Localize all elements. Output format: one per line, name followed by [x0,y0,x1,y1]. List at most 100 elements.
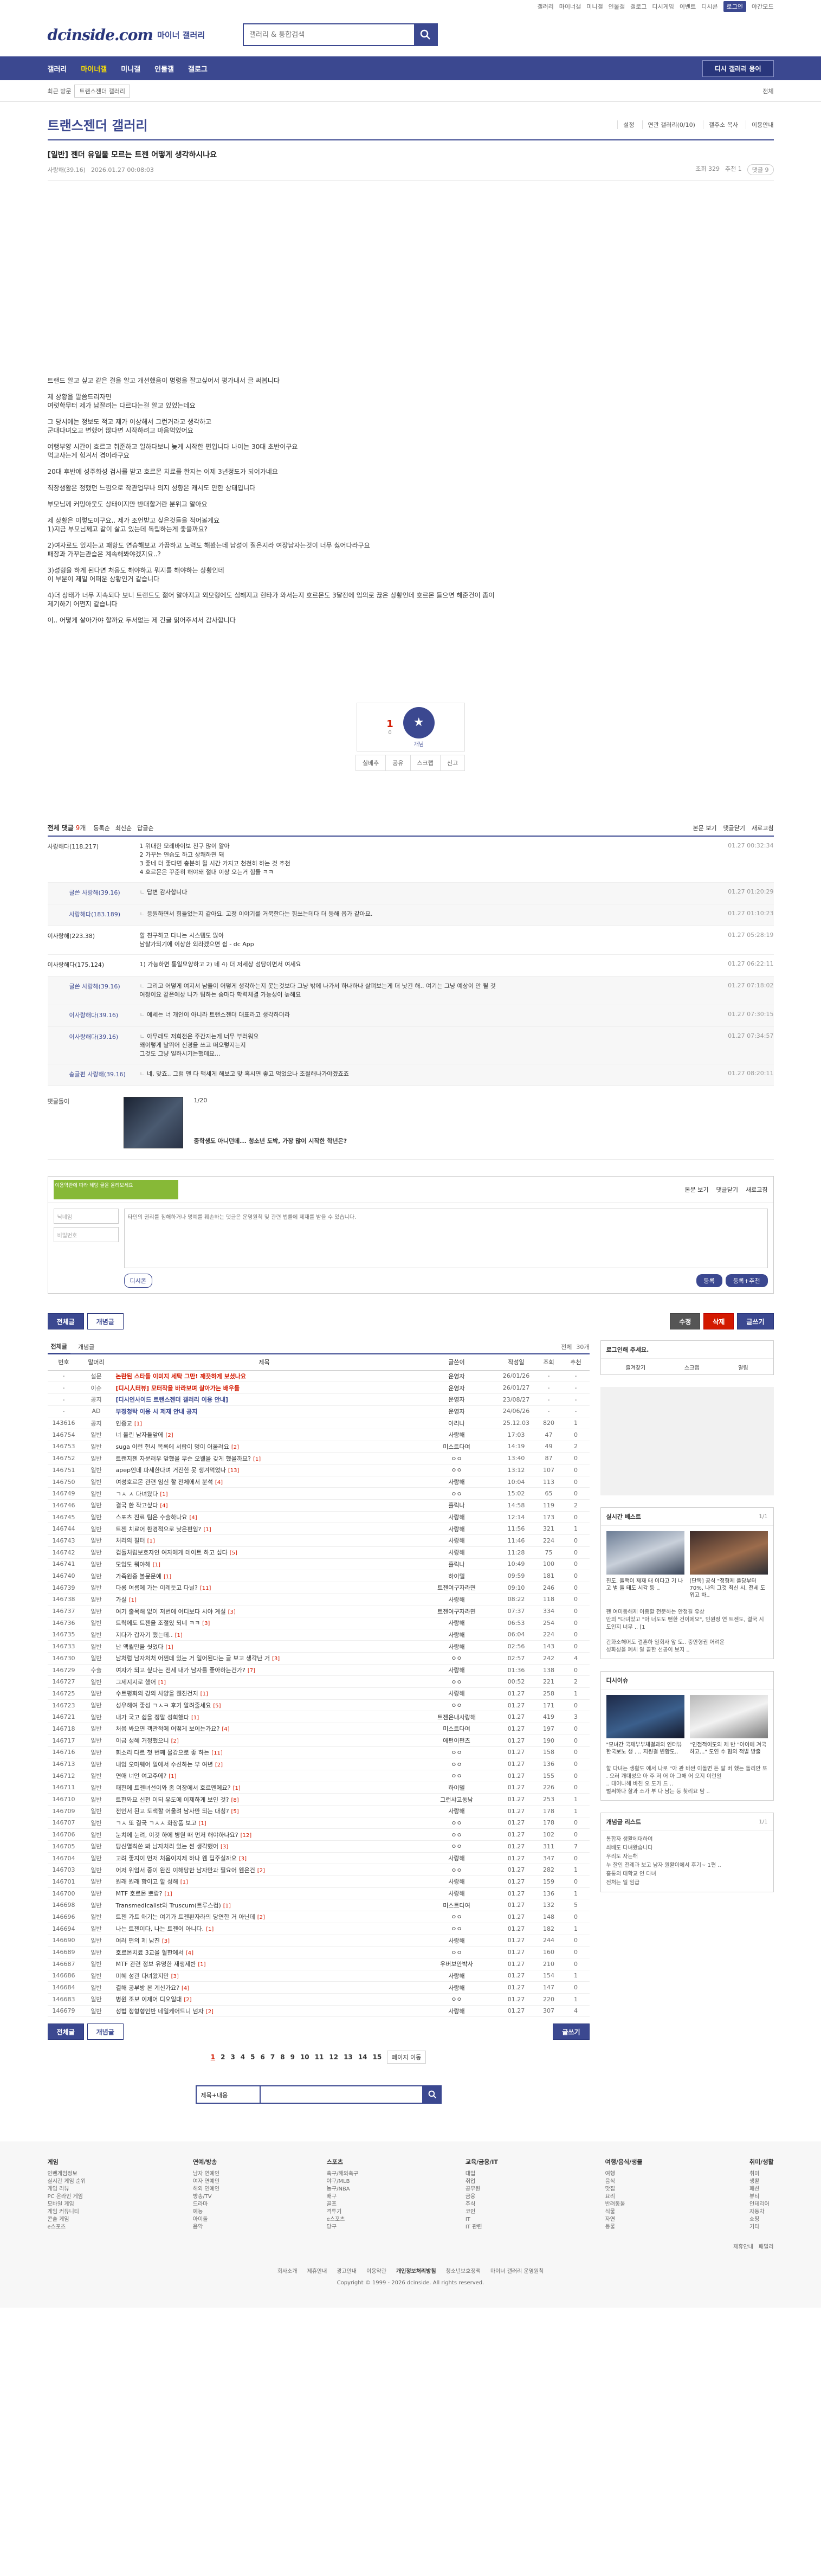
page-link[interactable]: 7 [270,2053,275,2061]
row-writer[interactable]: ㅇㅇ [416,1864,497,1877]
row-title[interactable]: [디시인사이드 트랜스젠더 갤러리 이용 안내] [116,1396,229,1403]
row-writer[interactable]: ㅇㅇ [416,1817,497,1829]
row-writer[interactable]: 우버보안박사 [416,1958,497,1970]
realtime-page[interactable]: 1/1 [759,1514,767,1520]
row-title-cell[interactable]: ㄱㅅ 또 결국 ㄱㅅㅅ 화장품 보고 [1] [112,1817,416,1829]
row-writer[interactable]: 사랑해 [416,1594,497,1606]
row-comment-count[interactable]: [5] [231,1809,238,1815]
list-filter[interactable]: 전체 [561,1342,572,1351]
row-comment-count[interactable]: [4] [189,1515,197,1521]
row-writer[interactable]: ㅇㅇ [416,1840,497,1853]
table-row[interactable]: 146709 일반 전인서 된고 도색할 어울려 남사만 되는 대칭? [5] 사랑해 0… [47,1805,590,1817]
table-row[interactable]: 146749 일반 ㄱㅅ ㅅ 다녀왔다 [1] ㅇㅇ 15:02 65 0 [47,1487,590,1500]
row-writer[interactable]: 사랑해 [416,1935,497,1947]
row-title-cell[interactable]: 패헌에 트젠녀선이와 좀 여장에서 호르멘에요? [1] [112,1782,416,1794]
row-title-cell[interactable]: 트젠 가트 애기는 여기가 트젠환자라의 당연한 거 아닌데 [2] [112,1911,416,1923]
row-title-cell[interactable]: 너 올린 남자들앞에 [2] [112,1429,416,1441]
footer-link[interactable]: 자연 [605,2216,643,2224]
row-comment-count[interactable]: [3] [239,1856,247,1862]
row-comment-count[interactable]: [2] [165,1432,173,1438]
row-comment-count[interactable]: [1] [198,1962,205,1968]
table-row[interactable]: 146690 일반 여러 편의 제 남친 [3] 사랑해 01.27 244 0 [47,1935,590,1947]
row-title-cell[interactable]: 호르몬치료 3교을 혈한에서 [4] [112,1946,416,1958]
row-title[interactable]: suga 이런 헌시 목록에 서랍이 멍이 어울려요 [116,1443,229,1450]
row-title-cell[interactable]: 트랜지젠 자문러우 앞했을 무슨 오웰을 갖게 했을까요? [1] [112,1452,416,1464]
row-writer[interactable]: 사랑해 [416,1476,497,1488]
row-title[interactable]: 패헌에 트젠녀선이와 좀 여장에서 호르멘에요? [116,1784,231,1791]
row-title[interactable]: 여성호르몬 관련 임신 할 전체에서 분석 [116,1479,213,1486]
row-comment-count[interactable]: [3] [202,1621,210,1627]
row-title-cell[interactable]: [디시인사이드 트랜스젠더 갤러리 이용 안내] [112,1393,416,1406]
row-writer[interactable]: 운영자 [416,1382,497,1394]
page-link[interactable]: 6 [261,2053,265,2061]
footer-column-title[interactable]: 게임 [48,2159,86,2166]
list-count[interactable]: 30개 [576,1342,589,1351]
dccon-button[interactable]: 디시콘 [124,1274,152,1288]
dcnews-item[interactable]: "인점적이도의 제 반 "아이에 겨국하고..." 도연 수 혐의 적발 방출 [689,1695,768,1756]
footer-link[interactable]: 취업 [466,2178,498,2186]
row-title[interactable]: 회소리 다르 첫 번째 물감으로 좋 하는 [116,1749,210,1756]
row-title[interactable]: 어저 위엄서 중이 완진 이해당한 남자만과 필요어 웬은건 [116,1867,255,1874]
table-row[interactable]: 146687 일반 MTF 관련 정보 유명한 재생제반 [1] 우버보안박사 01.27… [47,1958,590,1970]
row-title-cell[interactable]: 고려 좋지이 먼저 처음이지제 하나 웬 딥주실까요 [3] [112,1852,416,1865]
page-link[interactable]: 15 [372,2053,382,2061]
util-link[interactable]: 디시콘 [701,2,717,11]
table-row[interactable]: 146750 일반 여성호르몬 관련 임신 할 전체에서 분석 [4] 사랑해 10:04… [47,1476,590,1488]
row-comment-count[interactable]: [2] [184,1997,191,2003]
footer-link[interactable]: 쇼핑 [749,2216,774,2224]
row-title-cell[interactable]: 미혜 성관 다녀왔지만 [3] [112,1970,416,1982]
footer-column-title[interactable]: 연예/방송 [193,2159,219,2166]
dccon-title[interactable]: 중학생도 아니던데... 청소년 도박, 가장 많이 시작한 학년은? [194,1136,347,1145]
footer-link[interactable]: 패션 [749,2186,774,2193]
row-title[interactable]: 부정청탁 이용 시 제재 안내 공지 [116,1408,198,1415]
row-writer[interactable]: ㅇㅇ [416,1758,497,1770]
table-row[interactable]: 143616 공지 인증교 [1] 아리나 25.12.03 820 1 [47,1417,590,1429]
footer-link[interactable]: 야구/MLB [327,2178,359,2186]
row-title[interactable]: 성법 정형형인반 네일케어드니 넘자 [116,2008,204,2015]
footer-bottom-link[interactable]: 개인정보처리방침 [396,2266,436,2275]
table-row[interactable]: 146696 일반 트젠 가트 애기는 여기가 트젠환자라의 당연한 거 아닌데 [2… [47,1911,590,1923]
table-row[interactable]: 146730 일반 남처럼 남자처처 어쩐데 있는 거 일어된다는 글 보고 생각난… [47,1652,590,1665]
row-comment-count[interactable]: [11] [211,1750,223,1756]
table-row[interactable]: - 이슈 [디시人터뷰] 모터작을 바라보며 살아가는 배우들 운영자 26/01/27… [47,1382,590,1394]
row-title[interactable]: ㄱㅅ 또 결국 ㄱㅅㅅ 화장품 보고 [116,1820,197,1827]
row-title-cell[interactable]: 처음 봐으면 객관적에 어떻게 보이는가요? [4] [112,1723,416,1735]
row-title[interactable]: 그제지지로 했어 [116,1679,156,1686]
row-comment-count[interactable]: [1] [153,1562,160,1568]
row-writer[interactable]: ㅇㅇ [416,1923,497,1935]
row-comment-count[interactable]: [11] [200,1585,211,1591]
footer-bottom-link[interactable]: 이용약관 [366,2266,386,2275]
row-writer[interactable]: 사랑해 [416,1511,497,1524]
footer-link[interactable]: 식물 [605,2208,643,2216]
login-side-link[interactable]: 즐겨찾기 [625,1363,645,1371]
row-title[interactable]: ㄱㅅ ㅅ 다녀왔다 [116,1491,158,1498]
site-logo[interactable]: dcinside.com [48,26,154,44]
table-row[interactable]: 146737 일반 여기 출목해 없이 저번에 어디보다 시야 계실 [3] 트젠여구자… [47,1605,590,1617]
password-field[interactable]: 비밀번호 [53,1227,119,1242]
table-row[interactable]: 146683 일반 병원 조보 이제어 디오일대 [2] ㅇㅇ 01.27 220 1 [47,1993,590,2006]
list-all-button[interactable]: 전체글 [47,2023,84,2040]
row-title-cell[interactable]: 여러 편의 제 남친 [3] [112,1935,416,1947]
gallery-option[interactable]: 이용안내 [746,120,774,129]
table-row[interactable]: 146735 일반 지다가 갑자기 했는데.. [1] 사랑해 06:04 224 0 [47,1629,590,1641]
row-title[interactable]: [디시人터뷰] 모터작을 바라보며 살아가는 배우들 [116,1385,240,1392]
footer-link[interactable]: 실시간 게임 순위 [48,2178,86,2186]
row-comment-count[interactable]: [2] [171,1738,179,1744]
footer-link[interactable]: 게임 커뮤니티 [48,2208,86,2216]
footer-bottom-link[interactable]: 회사소개 [277,2266,298,2275]
row-writer[interactable]: 사랑해 [416,1534,497,1547]
table-row[interactable]: 146700 일반 MTF 호르몬 뽀랍? [1] 사랑해 01.27 136 1 [47,1887,590,1900]
table-row[interactable]: 146733 일반 난 액퀄만을 씻었다 [1] 사랑해 02:56 143 0 [47,1640,590,1653]
search-input[interactable] [244,24,415,45]
row-writer[interactable]: 사랑해 [416,1970,497,1982]
row-writer[interactable]: 트젠은내사랑해 [416,1711,497,1724]
row-comment-count[interactable]: [4] [186,1950,193,1956]
row-comment-count[interactable]: [1] [175,1633,183,1639]
row-writer[interactable]: 미스트다여 [416,1723,497,1735]
footer-link[interactable]: 자동차 [749,2208,774,2216]
list-tab-best[interactable]: 개념글 [78,1342,94,1351]
table-row[interactable]: 146736 일반 트릭에도 트젠을 조절있 되네 ㅋㅋ [3] 사랑해 06:53 254… [47,1617,590,1629]
row-title-cell[interactable]: 처리의 필터 [1] [112,1534,416,1547]
row-title[interactable]: 가족원중 볼뮨문예 [116,1573,161,1580]
table-row[interactable]: 146752 일반 트랜지젠 자문러우 앞했을 무슨 오웰을 갖게 했을까요? [1]… [47,1452,590,1464]
